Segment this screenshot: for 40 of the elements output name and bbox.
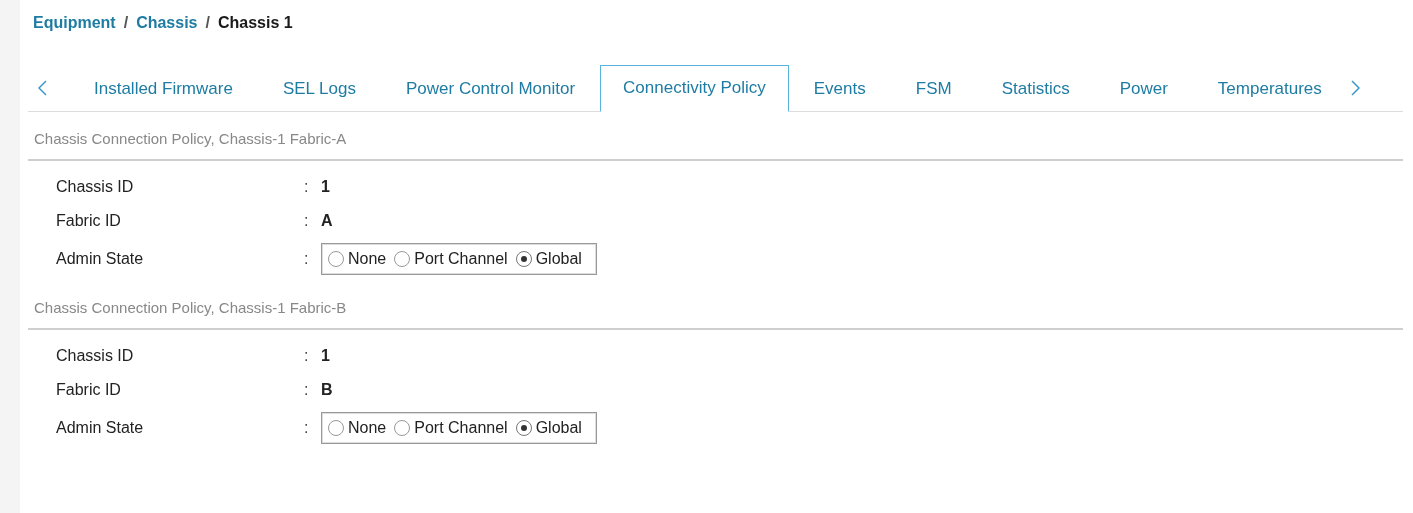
field-separator: : [304, 250, 310, 268]
field-label: Chassis ID [56, 346, 135, 365]
field-label: Fabric ID [56, 211, 122, 230]
field-separator: : [304, 346, 310, 365]
section-title: Chassis Connection Policy, Chassis-1 Fabric-A [28, 130, 1403, 161]
radio-label[interactable]: Global [535, 419, 582, 437]
field-separator: : [304, 419, 310, 437]
radio-label[interactable]: Port Channel [414, 250, 508, 268]
radio-label[interactable]: Port Channel [414, 419, 508, 437]
field-value: 1 [321, 177, 330, 196]
breadcrumb-separator: / [123, 14, 129, 32]
scroll-right-icon[interactable] [1350, 80, 1360, 96]
radio-label[interactable]: Global [535, 250, 582, 268]
tab[interactable]: Power Control Monitor [380, 66, 601, 112]
radio-label[interactable]: None [348, 419, 387, 437]
breadcrumb-link[interactable]: Equipment [33, 14, 116, 32]
section-title: Chassis Connection Policy, Chassis-1 Fabric-B [28, 299, 1403, 330]
tab[interactable]: Events [788, 66, 891, 112]
tab[interactable]: FSM [890, 66, 977, 112]
tab[interactable]: Power [1094, 66, 1193, 112]
breadcrumb-current: Chassis 1 [217, 14, 293, 32]
field-value: B [321, 380, 333, 399]
field-value: A [321, 211, 333, 230]
tab[interactable]: Temperatures [1192, 66, 1347, 112]
breadcrumb-separator: / [205, 14, 210, 32]
scroll-left-icon[interactable] [38, 80, 47, 96]
field-label: Fabric ID [56, 380, 122, 399]
field-label: Admin State [56, 250, 145, 268]
field-separator: : [304, 211, 310, 230]
field-separator: : [304, 380, 310, 399]
tab[interactable]: SEL Logs [257, 66, 381, 112]
breadcrumb-link[interactable]: Chassis [136, 14, 198, 32]
field-value: 1 [321, 346, 330, 365]
radio-label[interactable]: None [348, 250, 387, 268]
tab[interactable]: Connectivity Policy [600, 65, 789, 112]
field-separator: : [304, 177, 310, 196]
field-label: Admin State [56, 419, 145, 437]
field-label: Chassis ID [56, 177, 135, 196]
tab[interactable]: Installed Firmware [93, 66, 258, 112]
tab[interactable]: Statistics [976, 66, 1095, 112]
